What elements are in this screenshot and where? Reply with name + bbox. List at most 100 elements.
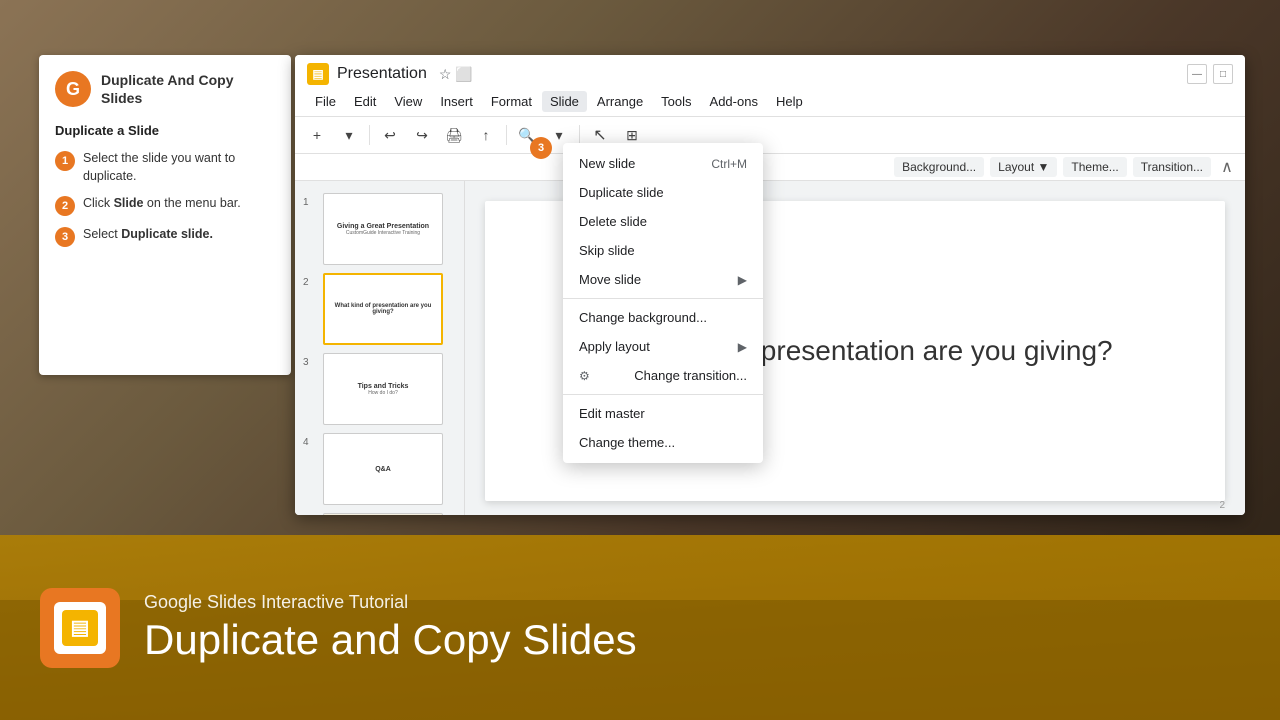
menu-bar: File Edit View Insert Format Slide Arran… (307, 89, 1233, 116)
slide-item-4[interactable]: 4 Q&A (295, 429, 464, 509)
change-transition-label: Change transition... (634, 368, 747, 383)
menu-view[interactable]: View (386, 91, 430, 112)
minimize-button[interactable]: — (1187, 64, 1207, 84)
bottom-content: ▤ Google Slides Interactive Tutorial Dup… (0, 535, 1280, 720)
google-slides-icon: ▤ (62, 610, 98, 646)
toolbar-sep-3 (579, 125, 580, 145)
dropdown-sep-2 (563, 394, 763, 395)
menu-new-slide[interactable]: New slide Ctrl+M (563, 149, 763, 178)
menu-delete-slide[interactable]: Delete slide (563, 207, 763, 236)
add-dropdown-btn[interactable]: ▾ (335, 121, 363, 149)
main-container: G Duplicate And Copy Slides Duplicate a … (0, 0, 1280, 720)
slide-thumb-1: Giving a Great Presentation CustomGuide … (323, 193, 443, 265)
transition-icon: ⚙ (579, 369, 595, 383)
menu-tools[interactable]: Tools (653, 91, 699, 112)
slide-1-title: Giving a Great Presentation (337, 223, 429, 230)
star-icon[interactable]: ☆ (439, 66, 452, 83)
redo-btn[interactable]: ↪ (408, 121, 436, 149)
menu-change-background[interactable]: Change background... (563, 303, 763, 332)
step-3-badge: 3 (530, 137, 552, 159)
undo-btn[interactable]: ↩ (376, 121, 404, 149)
menu-addons[interactable]: Add-ons (702, 91, 766, 112)
bottom-icon-box: ▤ (40, 588, 120, 668)
slide-num-1: 1 (303, 197, 317, 208)
menu-insert[interactable]: Insert (432, 91, 481, 112)
menu-slide[interactable]: Slide (542, 91, 587, 112)
slide-panel: 1 Giving a Great Presentation CustomGuid… (295, 181, 465, 515)
step-2-number: 2 (55, 196, 75, 216)
slide-thumb-4: Q&A (323, 433, 443, 505)
move-slide-arrow: ▶ (738, 273, 747, 287)
slide-item-2[interactable]: 2 What kind of presentation are you givi… (295, 269, 464, 349)
slide-item-1[interactable]: 1 Giving a Great Presentation CustomGuid… (295, 189, 464, 269)
edit-master-label: Edit master (579, 406, 645, 421)
change-theme-label: Change theme... (579, 435, 675, 450)
sidebar-title: Duplicate And Copy Slides (101, 71, 275, 107)
print-btn[interactable]: 🖨 (440, 121, 468, 149)
menu-duplicate-slide[interactable]: Duplicate slide (563, 178, 763, 207)
toolbar-sep-2 (506, 125, 507, 145)
slide-3-title: Tips and Tricks (358, 383, 409, 390)
title-bar: ▤ Presentation ☆ ⬜ — □ File Edit View In… (295, 55, 1245, 117)
apply-layout-label: Apply layout (579, 339, 650, 354)
menu-skip-slide[interactable]: Skip slide (563, 236, 763, 265)
bottom-main-title: Duplicate and Copy Slides (144, 617, 637, 663)
section-title: Duplicate a Slide (55, 123, 275, 138)
editor-area: 1 Giving a Great Presentation CustomGuid… (295, 181, 1245, 515)
menu-format[interactable]: Format (483, 91, 540, 112)
new-slide-shortcut: Ctrl+M (711, 157, 747, 171)
step-2: 2 Click Slide on the menu bar. (55, 195, 275, 216)
new-slide-label: New slide (579, 156, 635, 171)
menu-change-theme[interactable]: Change theme... (563, 428, 763, 457)
title-icons: ☆ ⬜ (439, 66, 473, 83)
step-1-number: 1 (55, 151, 75, 171)
maximize-button[interactable]: □ (1213, 64, 1233, 84)
folder-icon[interactable]: ⬜ (455, 66, 472, 83)
bottom-icon-inner: ▤ (54, 602, 106, 654)
step-3-text: Select Duplicate slide. (83, 226, 213, 244)
menu-edit[interactable]: Edit (346, 91, 384, 112)
menu-apply-layout[interactable]: Apply layout ▶ (563, 332, 763, 361)
bottom-overlay: ▤ Google Slides Interactive Tutorial Dup… (0, 535, 1280, 720)
background-btn[interactable]: Background... (894, 157, 984, 177)
toolbar-sep-1 (369, 125, 370, 145)
slide-dropdown-menu: New slide Ctrl+M Duplicate slide Delete … (563, 143, 763, 463)
theme-btn[interactable]: Theme... (1063, 157, 1126, 177)
slide-3-sub: How do I do? (368, 390, 397, 396)
menu-arrange[interactable]: Arrange (589, 91, 651, 112)
window-controls: — □ (1187, 64, 1233, 84)
menu-move-slide[interactable]: Move slide ▶ (563, 265, 763, 294)
slide-thumb-5: What makes a presentation good? (323, 513, 443, 515)
slide-thumb-3: Tips and Tricks How do I do? (323, 353, 443, 425)
slide-4-title: Q&A (375, 466, 391, 473)
slide-thumb-2: What kind of presentation are you giving… (323, 273, 443, 345)
step-3: 3 Select Duplicate slide. (55, 226, 275, 247)
slide-item-5[interactable]: 5 What makes a presentation good? (295, 509, 464, 515)
slide-num-3: 3 (303, 357, 317, 368)
slide-2-title: What kind of presentation are you giving… (329, 303, 437, 315)
step-3-number: 3 (55, 227, 75, 247)
toolbar: + ▾ ↩ ↪ 🖨 ↑ 🔍 ▾ ↖ ⊞ (295, 117, 1245, 154)
skip-slide-label: Skip slide (579, 243, 635, 258)
menu-help[interactable]: Help (768, 91, 811, 112)
apply-layout-arrow: ▶ (738, 340, 747, 354)
slide-item-3[interactable]: 3 Tips and Tricks How do I do? (295, 349, 464, 429)
title-row: ▤ Presentation ☆ ⬜ — □ (307, 63, 1233, 85)
menu-edit-master[interactable]: Edit master (563, 399, 763, 428)
secondary-toolbar: Background... Layout ▼ Theme... Transiti… (295, 154, 1245, 181)
sidebar: G Duplicate And Copy Slides Duplicate a … (39, 55, 291, 375)
duplicate-slide-label: Duplicate slide (579, 185, 664, 200)
transition-btn[interactable]: Transition... (1133, 157, 1211, 177)
delete-slide-label: Delete slide (579, 214, 647, 229)
menu-change-transition[interactable]: ⚙ Change transition... (563, 361, 763, 390)
collapse-btn[interactable]: ∧ (1217, 157, 1237, 177)
add-slide-btn[interactable]: + (303, 121, 331, 149)
slide-num-4: 4 (303, 437, 317, 448)
move-slide-label: Move slide (579, 272, 641, 287)
bottom-subtitle: Google Slides Interactive Tutorial (144, 592, 637, 613)
upload-btn[interactable]: ↑ (472, 121, 500, 149)
layout-btn[interactable]: Layout ▼ (990, 157, 1057, 177)
sidebar-header: G Duplicate And Copy Slides (55, 71, 275, 107)
step-2-text: Click Slide on the menu bar. (83, 195, 241, 213)
menu-file[interactable]: File (307, 91, 344, 112)
